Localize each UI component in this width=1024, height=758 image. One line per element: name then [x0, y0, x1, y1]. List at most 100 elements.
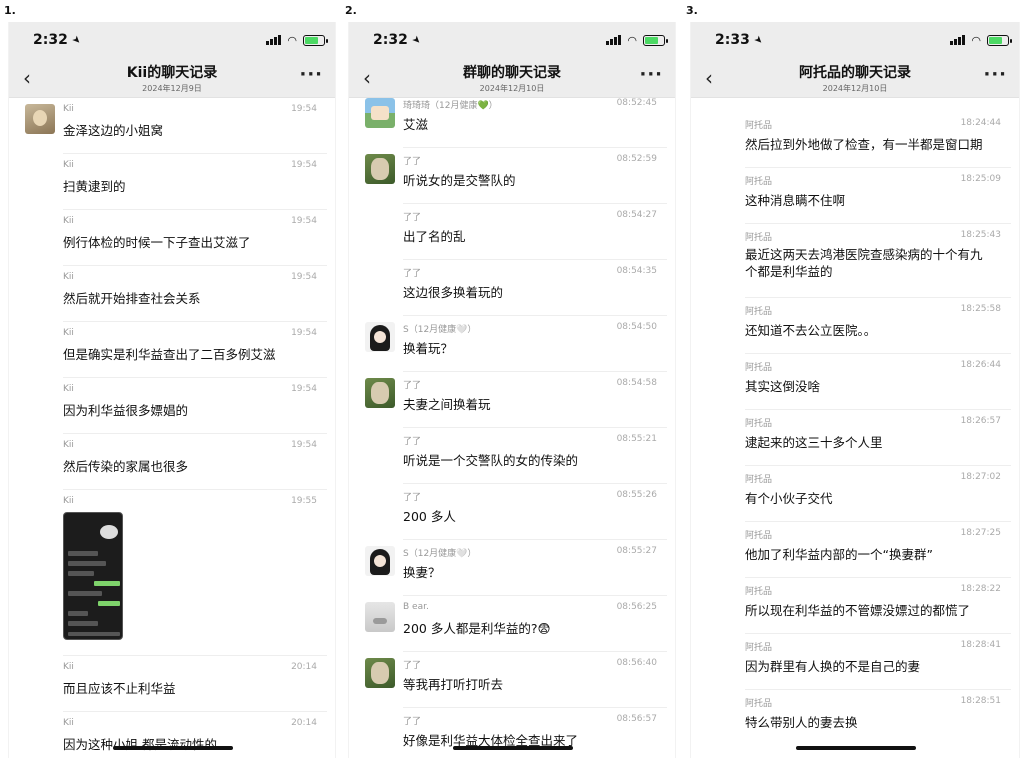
- avatar[interactable]: [365, 322, 395, 352]
- list-item[interactable]: B ear. 08:56:25 200 多人都是利华益的?😨: [349, 596, 675, 652]
- avatar[interactable]: [365, 378, 395, 408]
- list-item[interactable]: 了了 08:54:58 夫妻之间换着玩: [349, 372, 675, 428]
- list-item[interactable]: 阿托品 18:25:58 还知道不去公立医院。。: [691, 298, 1019, 354]
- list-item[interactable]: 阿托品 18:27:25 他加了利华益内部的一个“换妻群”: [691, 522, 1019, 578]
- sender-name: 了了: [403, 493, 422, 503]
- home-indicator[interactable]: [113, 746, 233, 750]
- chat-header: ‹ 阿托品的聊天记录 2024年12月10日 ···: [691, 58, 1019, 98]
- sender-name: Kii: [63, 718, 74, 728]
- list-item[interactable]: 了了 08:54:35 这边很多换着玩的: [349, 260, 675, 316]
- list-item[interactable]: Kii 19:54 但是确实是利华益查出了二百多例艾滋: [9, 322, 335, 378]
- list-item[interactable]: 阿托品 18:26:57 逮起来的这三十多个人里: [691, 410, 1019, 466]
- message-time: 08:54:27: [616, 210, 657, 220]
- message-list[interactable]: Kii 19:54 金泽这边的小姐窝 Kii 19:54 扫黄逮到的 Kii 1…: [9, 98, 335, 758]
- list-item[interactable]: Kii 19:54 金泽这边的小姐窝: [9, 98, 335, 154]
- sender-name: 阿托品: [745, 475, 773, 485]
- phone-screen-3: 2:33 ➤ ◠ ‹ 阿托品的聊天记录 2024年12月10日 ··· 阿托品 1…: [690, 22, 1020, 758]
- home-indicator[interactable]: [453, 746, 573, 750]
- sender-name: 阿托品: [745, 363, 773, 373]
- message-text: 夫妻之间换着玩: [403, 397, 491, 412]
- list-item[interactable]: S（12月健康🤍） 08:54:50 换着玩？: [349, 316, 675, 372]
- list-item[interactable]: 了了 08:54:27 出了名的乱: [349, 204, 675, 260]
- message-text: 出了名的乱: [403, 229, 466, 244]
- message-text: 这边很多换着玩的: [403, 285, 504, 300]
- message-list[interactable]: 阿托品 18:24:44 然后拉到外地做了检查，有一半都是窗口期 阿托品 18:…: [691, 112, 1019, 746]
- list-item[interactable]: 阿托品 18:28:22 所以现在利华益的不管嫖没嫖过的都慌了: [691, 578, 1019, 634]
- message-time: 08:54:35: [616, 266, 657, 276]
- message-time: 18:27:02: [960, 472, 1001, 482]
- message-text: 例行体检的时候一下子查出艾滋了: [63, 235, 251, 250]
- list-item[interactable]: 琦琦琦（12月健康💚） 08:52:45 艾滋: [349, 92, 675, 148]
- list-item[interactable]: Kii 19:55: [9, 490, 335, 656]
- chat-title: 群聊的聊天记录: [463, 64, 561, 81]
- list-item[interactable]: 了了 08:56:57 好像是利华益大体检全查出来了: [349, 708, 675, 758]
- list-item[interactable]: 了了 08:56:40 等我再打听打听去: [349, 652, 675, 708]
- list-item[interactable]: S（12月健康🤍） 08:55:27 换妻？: [349, 540, 675, 596]
- sender-name: 琦琦琦（12月健康💚）: [403, 101, 498, 111]
- sender-name: 阿托品: [745, 643, 773, 653]
- avatar[interactable]: [365, 602, 395, 632]
- more-icon[interactable]: ···: [983, 64, 1007, 85]
- message-text: 听说女的是交警队的: [403, 173, 516, 188]
- list-item[interactable]: Kii 20:14 因为这种小姐 都是流动性的: [9, 712, 335, 758]
- back-arrow-icon[interactable]: ‹: [705, 66, 713, 90]
- message-time: 08:56:57: [616, 714, 657, 724]
- avatar[interactable]: [365, 98, 395, 128]
- back-arrow-icon[interactable]: ‹: [23, 66, 31, 90]
- avatar[interactable]: [25, 104, 55, 134]
- list-item[interactable]: 了了 08:52:59 听说女的是交警队的: [349, 148, 675, 204]
- list-item[interactable]: 阿托品 18:25:43 最近这两天去鸿港医院查感染病的十个有九个都是利华益的: [691, 224, 1019, 298]
- list-item[interactable]: 阿托品 18:28:51 特么带别人的妻去换: [691, 690, 1019, 746]
- message-time: 08:55:26: [616, 490, 657, 500]
- list-item[interactable]: 阿托品 18:26:44 其实这倒没啥: [691, 354, 1019, 410]
- message-text: 因为群里有人换的不是自己的妻: [745, 659, 921, 674]
- list-item[interactable]: Kii 19:54 然后就开始排查社会关系: [9, 266, 335, 322]
- chat-date: 2024年12月9日: [142, 83, 202, 93]
- list-item[interactable]: 阿托品 18:24:44 然后拉到外地做了检查，有一半都是窗口期: [691, 112, 1019, 168]
- avatar[interactable]: [365, 154, 395, 184]
- more-icon[interactable]: ···: [299, 64, 323, 85]
- avatar[interactable]: [365, 658, 395, 688]
- list-item[interactable]: Kii 19:54 因为利华益很多嫖娼的: [9, 378, 335, 434]
- image-thumbnail[interactable]: [63, 512, 123, 640]
- sender-name: Kii: [63, 662, 74, 672]
- message-text: 然后拉到外地做了检查，有一半都是窗口期: [745, 137, 983, 152]
- message-text: 换妻？: [403, 565, 441, 580]
- sender-name: S（12月健康🤍）: [403, 325, 477, 335]
- message-list[interactable]: 琦琦琦（12月健康💚） 08:52:45 艾滋 了了 08:52:59 听说女的…: [349, 92, 675, 758]
- list-item[interactable]: 阿托品 18:27:02 有个小伙子交代: [691, 466, 1019, 522]
- message-time: 19:54: [291, 272, 317, 282]
- message-text: 但是确实是利华益查出了二百多例艾滋: [63, 347, 276, 362]
- list-item[interactable]: 了了 08:55:26 200 多人: [349, 484, 675, 540]
- status-bar: 2:33 ➤ ◠: [691, 22, 1019, 58]
- back-arrow-icon[interactable]: ‹: [363, 66, 371, 90]
- list-item[interactable]: Kii 19:54 然后传染的家属也很多: [9, 434, 335, 490]
- message-time: 18:25:09: [960, 174, 1001, 184]
- sender-name: 阿托品: [745, 699, 773, 709]
- message-time: 08:56:25: [616, 602, 657, 612]
- more-icon[interactable]: ···: [639, 64, 663, 85]
- message-text: 最近这两天去鸿港医院查感染病的十个有九个都是利华益的: [745, 247, 983, 279]
- avatar[interactable]: [365, 546, 395, 576]
- location-arrow-icon: ➤: [409, 33, 423, 47]
- list-item[interactable]: 阿托品 18:25:09 这种消息瞒不住啊: [691, 168, 1019, 224]
- list-item[interactable]: 阿托品 18:28:41 因为群里有人换的不是自己的妻: [691, 634, 1019, 690]
- list-item[interactable]: Kii 20:14 而且应该不止利华益: [9, 656, 335, 712]
- message-time: 08:54:58: [616, 378, 657, 388]
- message-text: 逮起来的这三十多个人里: [745, 435, 883, 450]
- message-time: 19:54: [291, 160, 317, 170]
- panel-number: 3.: [686, 4, 698, 17]
- sender-name: 阿托品: [745, 307, 773, 317]
- list-item[interactable]: 了了 08:55:21 听说是一个交警队的女的传染的: [349, 428, 675, 484]
- message-text: 金泽这边的小姐窝: [63, 123, 164, 138]
- list-item[interactable]: Kii 19:54 扫黄逮到的: [9, 154, 335, 210]
- sender-name: B ear.: [403, 602, 429, 612]
- chat-date: 2024年12月10日: [822, 83, 888, 93]
- list-item[interactable]: Kii 19:54 例行体检的时候一下子查出艾滋了: [9, 210, 335, 266]
- message-time: 19:54: [291, 216, 317, 226]
- sender-name: 了了: [403, 437, 422, 447]
- message-text: 扫黄逮到的: [63, 179, 126, 194]
- sender-name: 阿托品: [745, 233, 773, 243]
- message-time: 08:56:40: [616, 658, 657, 668]
- home-indicator[interactable]: [796, 746, 916, 750]
